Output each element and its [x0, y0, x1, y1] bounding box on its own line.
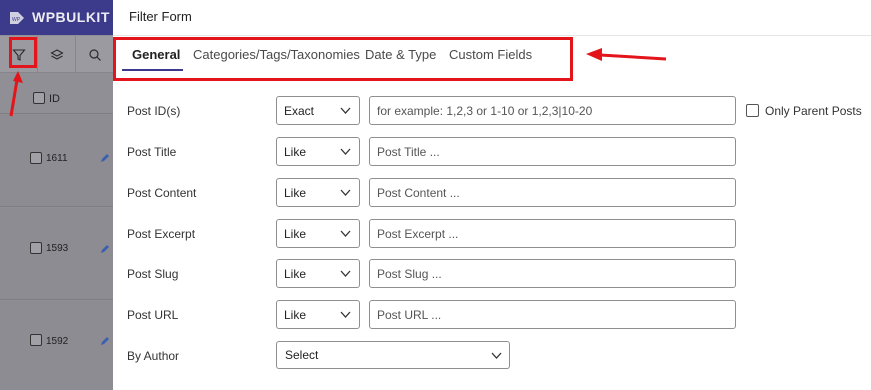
wpbulkit-logo-icon: WP — [10, 12, 24, 24]
post-slug-operator-select[interactable]: Like — [276, 259, 360, 288]
post-excerpt-input[interactable] — [369, 219, 736, 248]
active-tab-indicator — [122, 69, 183, 71]
row-id: 1593 — [46, 243, 69, 254]
select-all-checkbox[interactable] — [33, 92, 45, 104]
post-ids-label: Post ID(s) — [127, 104, 181, 118]
post-ids-input[interactable] — [369, 96, 736, 125]
annotation-arrow-left-icon — [586, 48, 667, 61]
post-ids-operator-select[interactable]: Exact — [276, 96, 360, 125]
chevron-down-icon — [340, 270, 351, 277]
tab-categories-tags-taxonomies[interactable]: Categories/Tags/Taxonomies — [193, 47, 360, 62]
edit-icon[interactable] — [100, 244, 110, 254]
table-row: 1593 — [0, 208, 113, 300]
row-checkbox[interactable] — [30, 242, 42, 254]
tab-general[interactable]: General — [132, 47, 180, 62]
divider — [113, 35, 871, 36]
chevron-down-icon — [491, 352, 502, 359]
post-content-input[interactable] — [369, 178, 736, 207]
row-id: 1611 — [46, 153, 68, 164]
post-url-label: Post URL — [127, 308, 179, 322]
tab-date-type[interactable]: Date & Type — [365, 47, 436, 62]
post-title-input[interactable] — [369, 137, 736, 166]
only-parent-posts-checkbox[interactable] — [746, 104, 759, 117]
post-slug-label: Post Slug — [127, 267, 179, 281]
post-content-label: Post Content — [127, 186, 197, 200]
post-title-operator-select[interactable]: Like — [276, 137, 360, 166]
post-excerpt-label: Post Excerpt — [127, 227, 196, 241]
only-parent-posts-label: Only Parent Posts — [765, 104, 862, 118]
post-content-operator-select[interactable]: Like — [276, 178, 360, 207]
post-excerpt-operator-value: Like — [284, 226, 307, 241]
post-url-input[interactable] — [369, 300, 736, 329]
modal-title: Filter Form — [129, 9, 192, 24]
table-row: 1592 — [0, 301, 113, 390]
layers-icon — [49, 48, 64, 60]
id-column-header: ID — [49, 93, 60, 105]
tab-custom-fields[interactable]: Custom Fields — [449, 47, 532, 62]
by-author-label: By Author — [127, 349, 180, 363]
post-title-operator-value: Like — [284, 144, 307, 159]
annotation-arrow-up-icon — [9, 71, 23, 117]
chevron-down-icon — [340, 107, 351, 114]
filter-form-modal: Filter Form General Categories/Tags/Taxo… — [113, 0, 871, 390]
chevron-down-icon — [340, 189, 351, 196]
edit-icon[interactable] — [100, 153, 110, 163]
chevron-down-icon — [340, 311, 351, 318]
post-slug-input[interactable] — [369, 259, 736, 288]
app-brand: WPBULKIT — [32, 9, 110, 25]
search-button[interactable] — [76, 36, 113, 73]
filter-button-highlight — [9, 37, 37, 68]
post-excerpt-operator-select[interactable]: Like — [276, 219, 360, 248]
table-row: 1611 — [0, 115, 113, 207]
author-select[interactable]: Select — [276, 341, 510, 369]
svg-text:WP: WP — [12, 17, 21, 23]
chevron-down-icon — [340, 230, 351, 237]
post-content-operator-value: Like — [284, 185, 307, 200]
author-select-value: Select — [285, 348, 319, 362]
post-url-operator-value: Like — [284, 307, 307, 322]
chevron-down-icon — [340, 148, 351, 155]
app-topbar: WP WPBULKIT — [0, 0, 113, 35]
row-id: 1592 — [46, 336, 69, 347]
post-slug-operator-value: Like — [284, 266, 307, 281]
edit-icon[interactable] — [100, 336, 110, 346]
post-title-label: Post Title — [127, 145, 177, 159]
post-url-operator-select[interactable]: Like — [276, 300, 360, 329]
row-checkbox[interactable] — [30, 334, 42, 346]
search-icon — [88, 48, 101, 61]
post-ids-operator-value: Exact — [284, 103, 315, 118]
background-app: WP WPBULKIT ID 1611 1593 1592 — [0, 0, 113, 390]
layers-button[interactable] — [38, 36, 76, 73]
row-checkbox[interactable] — [30, 152, 42, 164]
